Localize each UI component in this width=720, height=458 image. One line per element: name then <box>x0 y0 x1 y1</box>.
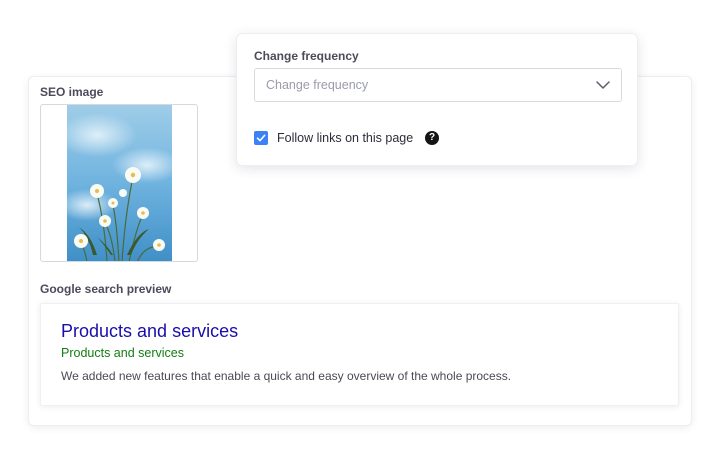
change-frequency-select[interactable]: Change frequency <box>254 68 622 102</box>
seo-image-label: SEO image <box>40 85 104 99</box>
preview-description: We added new features that enable a quic… <box>61 369 512 383</box>
follow-links-checkbox[interactable] <box>254 131 268 145</box>
preview-url: Products and services <box>61 346 184 360</box>
preview-title: Products and services <box>61 321 239 341</box>
change-frequency-label: Change frequency <box>254 49 359 63</box>
frequency-card: Change frequency Change frequency Follow… <box>236 33 638 166</box>
seo-image-thumbnail[interactable] <box>40 104 198 262</box>
checkmark-icon <box>256 134 266 142</box>
flowers-image <box>67 105 172 261</box>
google-preview-label: Google search preview <box>40 282 172 296</box>
help-icon[interactable]: ? <box>425 131 439 145</box>
follow-links-label[interactable]: Follow links on this page <box>277 131 413 145</box>
select-placeholder: Change frequency <box>266 78 369 92</box>
google-search-preview: Products and services Products and servi… <box>40 303 679 406</box>
chevron-down-icon <box>596 81 610 89</box>
